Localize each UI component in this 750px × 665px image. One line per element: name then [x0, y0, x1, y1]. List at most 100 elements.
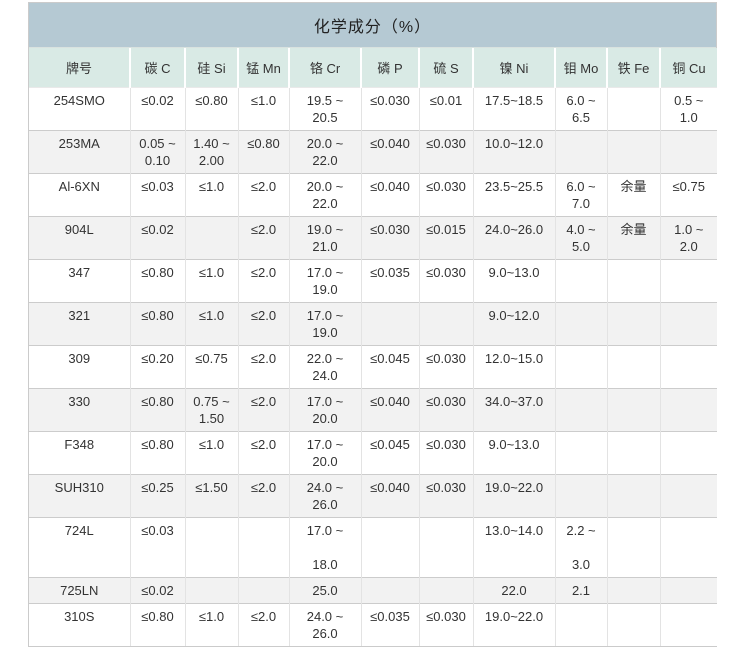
value-cell: [606, 130, 660, 174]
column-header: 铁 Fe: [606, 48, 660, 88]
value-cell: ≤0.035: [360, 603, 419, 646]
value-cell: [554, 302, 607, 346]
value-cell: 23.5~25.5: [472, 173, 555, 217]
value-cell: ≤0.030: [418, 130, 473, 174]
value-cell: ≤0.030: [418, 431, 473, 475]
column-header: 牌号: [29, 48, 130, 88]
grade-cell: 347: [29, 259, 130, 303]
value-cell: ≤2.0: [237, 302, 289, 346]
value-cell: 13.0~14.0: [472, 517, 555, 578]
value-cell: 17.5~18.5: [472, 87, 555, 131]
value-cell: ≤2.0: [237, 216, 289, 260]
value-cell: 10.0~12.0: [472, 130, 555, 174]
table-row: 725LN ≤0.02 25.0 22.0 2.1: [29, 577, 717, 604]
value-cell: [659, 474, 717, 518]
value-cell: [606, 87, 660, 131]
value-cell: [554, 431, 607, 475]
column-header: 钼 Mo: [554, 48, 607, 88]
column-header: 锰 Mn: [237, 48, 289, 88]
value-cell: 34.0~37.0: [472, 388, 555, 432]
value-cell: 1.0 ~ 2.0: [659, 216, 717, 260]
table-row: Al-6XN ≤0.03 ≤1.0 ≤2.0 20.0 ~ 22.0 ≤0.040 ≤0.0…: [29, 173, 717, 217]
value-cell: [659, 345, 717, 389]
value-cell: 6.0 ~ 7.0: [554, 173, 607, 217]
grade-cell: 254SMO: [29, 87, 130, 131]
value-cell: ≤0.75: [184, 345, 238, 389]
value-cell: [554, 345, 607, 389]
page: 化学成分（%） 牌号碳 C硅 Si 锰 Mn 铬 Cr 磷 P硫 S镍 Ni 钼 Mo 铁…: [0, 0, 750, 665]
value-cell: 余量: [606, 216, 660, 260]
value-cell: 22.0 ~ 24.0: [288, 345, 361, 389]
value-cell: ≤0.030: [360, 216, 419, 260]
value-cell: 9.0~13.0: [472, 259, 555, 303]
value-cell: 9.0~12.0: [472, 302, 555, 346]
grade-cell: 330: [29, 388, 130, 432]
value-cell: [606, 345, 660, 389]
value-cell: 19.5 ~ 20.5: [288, 87, 361, 131]
value-cell: 17.0 ~ 20.0: [288, 431, 361, 475]
value-cell: ≤1.0: [184, 431, 238, 475]
value-cell: ≤2.0: [237, 431, 289, 475]
table-row: 724L ≤0.03 17.0 ~ 18.0 13.0~14.0 2.2 ~ 3.0: [29, 517, 717, 578]
value-cell: ≤0.80: [129, 302, 185, 346]
value-cell: 17.0 ~ 20.0: [288, 388, 361, 432]
chemical-composition-table: 化学成分（%） 牌号碳 C硅 Si 锰 Mn 铬 Cr 磷 P硫 S镍 Ni 钼 Mo 铁…: [28, 2, 717, 647]
value-cell: ≤0.030: [418, 388, 473, 432]
value-cell: [418, 577, 473, 604]
value-cell: ≤0.045: [360, 345, 419, 389]
table-body: 254SMO ≤0.02 ≤0.80 ≤1.0 19.5 ~ 20.5 ≤0.030 ≤0.…: [29, 87, 717, 646]
value-cell: ≤2.0: [237, 345, 289, 389]
value-cell: [554, 388, 607, 432]
value-cell: 20.0 ~ 22.0: [288, 173, 361, 217]
value-cell: ≤0.02: [129, 216, 185, 260]
value-cell: ≤0.040: [360, 474, 419, 518]
value-cell: [659, 517, 717, 578]
value-cell: [606, 517, 660, 578]
value-cell: ≤1.0: [184, 173, 238, 217]
value-cell: ≤2.0: [237, 388, 289, 432]
value-cell: [659, 130, 717, 174]
value-cell: 19.0~22.0: [472, 603, 555, 646]
value-cell: ≤0.040: [360, 130, 419, 174]
value-cell: 12.0~15.0: [472, 345, 555, 389]
table-title: 化学成分（%）: [29, 3, 716, 48]
value-cell: ≤1.50: [184, 474, 238, 518]
value-cell: [606, 577, 660, 604]
value-cell: 17.0 ~ 18.0: [288, 517, 361, 578]
value-cell: 25.0: [288, 577, 361, 604]
value-cell: 20.0 ~ 22.0: [288, 130, 361, 174]
value-cell: 9.0~13.0: [472, 431, 555, 475]
value-cell: 24.0~26.0: [472, 216, 555, 260]
value-cell: ≤0.040: [360, 173, 419, 217]
value-cell: [418, 517, 473, 578]
value-cell: [237, 517, 289, 578]
value-cell: [184, 577, 238, 604]
value-cell: ≤0.030: [360, 87, 419, 131]
value-cell: ≤0.01: [418, 87, 473, 131]
value-cell: [606, 603, 660, 646]
grade-cell: 725LN: [29, 577, 130, 604]
value-cell: [659, 431, 717, 475]
value-cell: [237, 577, 289, 604]
value-cell: [184, 517, 238, 578]
value-cell: 4.0 ~ 5.0: [554, 216, 607, 260]
value-cell: ≤0.030: [418, 345, 473, 389]
grade-cell: SUH310: [29, 474, 130, 518]
value-cell: ≤2.0: [237, 603, 289, 646]
column-header: 硫 S: [418, 48, 473, 88]
grade-cell: F348: [29, 431, 130, 475]
value-cell: ≤1.0: [184, 603, 238, 646]
value-cell: ≤0.20: [129, 345, 185, 389]
value-cell: 0.05 ~ 0.10: [129, 130, 185, 174]
value-cell: 22.0: [472, 577, 555, 604]
table-row: 321 ≤0.80 ≤1.0 ≤2.0 17.0 ~ 19.0 9.0~12.0: [29, 302, 717, 346]
grade-cell: 310S: [29, 603, 130, 646]
value-cell: ≤0.80: [129, 431, 185, 475]
value-cell: 1.40 ~ 2.00: [184, 130, 238, 174]
value-cell: ≤0.25: [129, 474, 185, 518]
grade-cell: 321: [29, 302, 130, 346]
column-header: 铬 Cr: [288, 48, 361, 88]
value-cell: 余量: [606, 173, 660, 217]
value-cell: 0.75 ~ 1.50: [184, 388, 238, 432]
value-cell: 19.0~22.0: [472, 474, 555, 518]
